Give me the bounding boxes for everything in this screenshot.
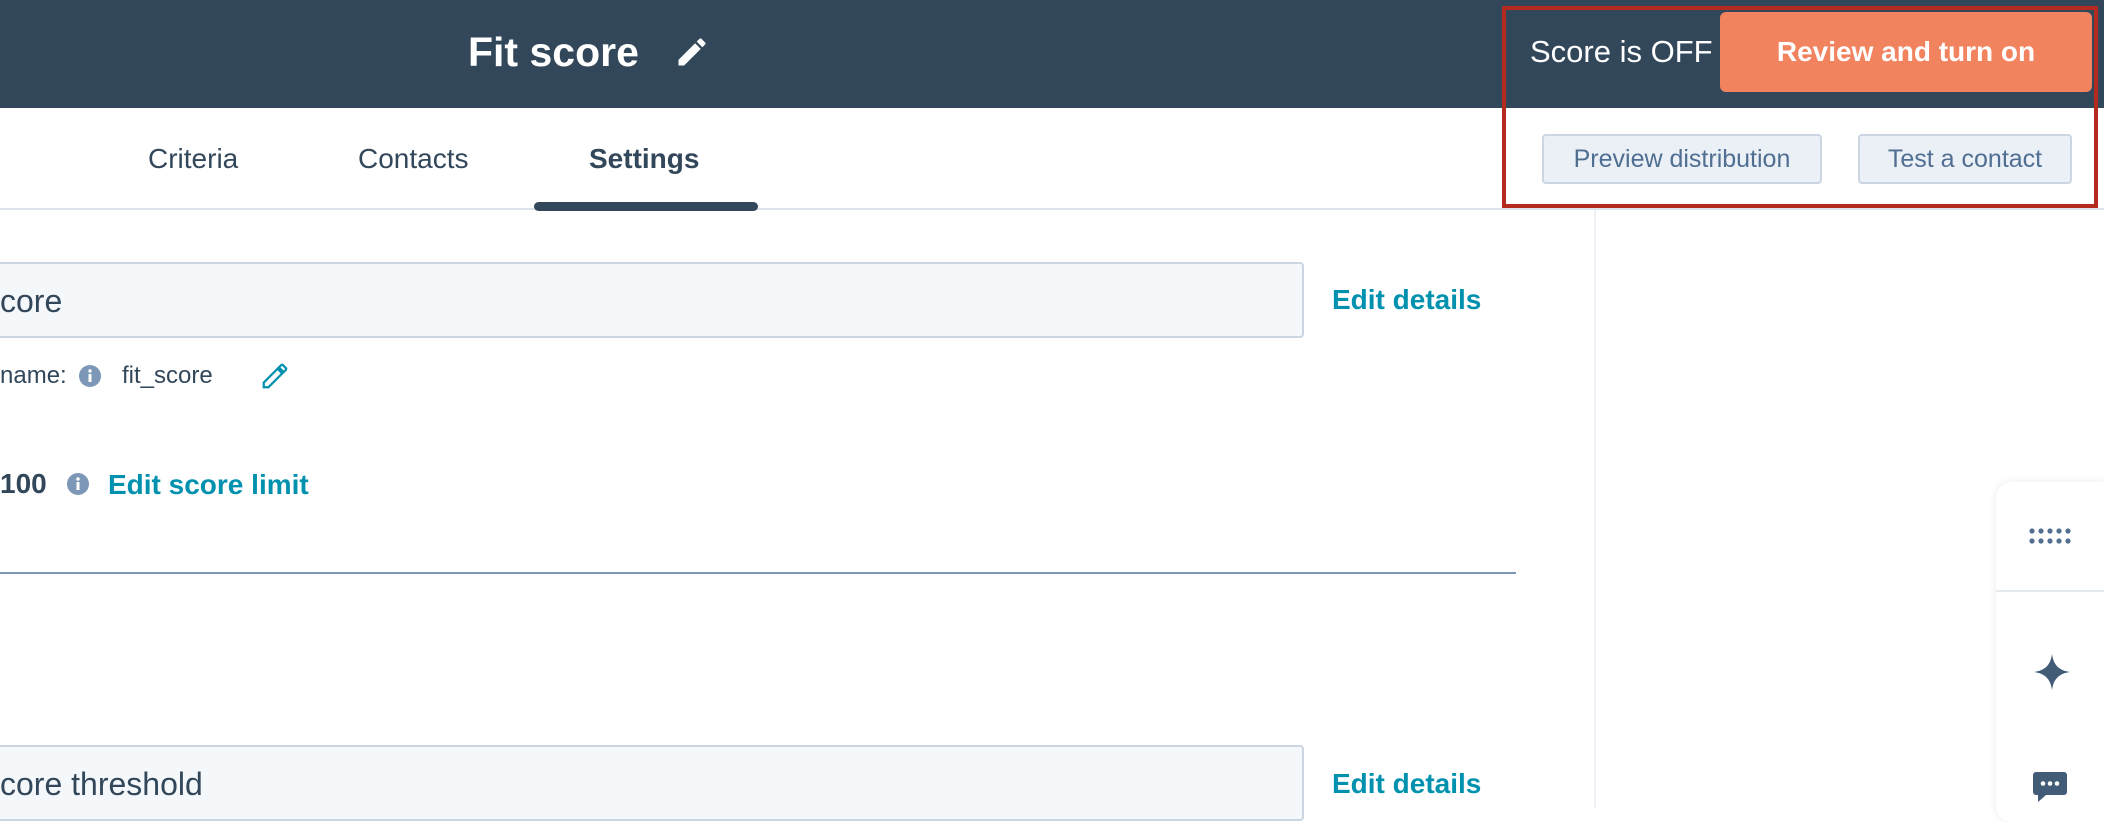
sparkle-icon[interactable] — [2032, 652, 2072, 692]
edit-details-link-2[interactable]: Edit details — [1332, 764, 1481, 804]
section-divider — [0, 572, 1516, 574]
content-right-divider — [1594, 210, 1596, 808]
edit-score-limit-link[interactable]: Edit score limit — [108, 465, 309, 505]
pencil-icon[interactable] — [260, 361, 290, 391]
side-toolbar-divider — [1996, 590, 2104, 592]
info-icon[interactable] — [66, 472, 90, 496]
score-threshold-value: core threshold — [0, 766, 203, 802]
internal-name-value: fit_score — [122, 362, 213, 389]
page-title: Fit score — [468, 29, 639, 75]
edit-details-link[interactable]: Edit details — [1332, 280, 1481, 320]
chat-icon[interactable] — [2032, 770, 2068, 804]
test-a-contact-button[interactable]: Test a contact — [1858, 134, 2072, 184]
apps-grid-icon[interactable] — [2028, 526, 2072, 546]
info-icon[interactable] — [78, 364, 102, 388]
score-name-field[interactable] — [0, 262, 1304, 338]
score-status-label: Score is OFF — [1530, 34, 1713, 69]
review-and-turn-on-button[interactable]: Review and turn on — [1720, 12, 2092, 92]
score-limit-value: 100 — [0, 468, 47, 499]
score-name-value: core — [0, 283, 63, 319]
pencil-icon[interactable] — [674, 32, 710, 72]
active-tab-indicator — [534, 202, 758, 211]
tab-criteria[interactable]: Criteria — [148, 134, 238, 184]
internal-name-label: name: — [0, 362, 67, 389]
preview-distribution-button[interactable]: Preview distribution — [1542, 134, 1822, 184]
tab-contacts[interactable]: Contacts — [358, 134, 469, 184]
tab-settings[interactable]: Settings — [589, 134, 699, 184]
tab-bar-divider — [0, 208, 2104, 210]
